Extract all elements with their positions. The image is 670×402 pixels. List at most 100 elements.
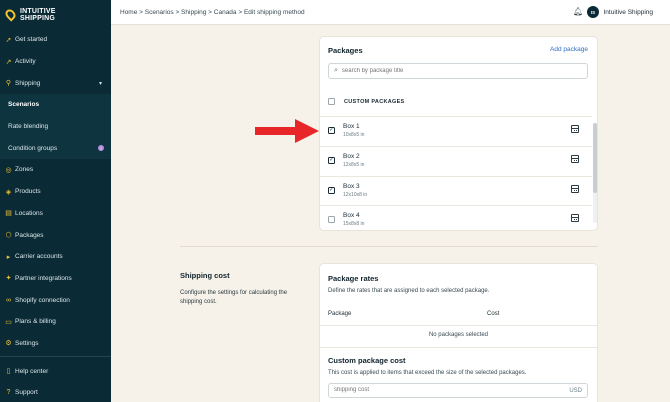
- package-name: Box 4: [343, 212, 360, 219]
- package-dimensions: 12x8x5 in: [343, 162, 365, 168]
- sidebar-item-zones[interactable]: ◎ Zones: [0, 159, 111, 181]
- user-name[interactable]: Intuitive Shipping: [603, 9, 653, 16]
- column-header-package: Package: [328, 311, 352, 317]
- sidebar-item-shipping[interactable]: ⚲ Shipping ▾: [0, 72, 111, 94]
- select-all-checkbox[interactable]: [328, 98, 335, 105]
- chart-icon: ↗: [5, 58, 12, 66]
- sidebar-item-locations[interactable]: ▤ Locations: [0, 203, 111, 225]
- brand-line2: SHIPPING: [20, 14, 56, 22]
- sidebar-item-label: Partner integrations: [15, 274, 72, 282]
- sidebar-item-label: Activity: [15, 58, 36, 66]
- package-rates-title: Package rates: [328, 274, 379, 283]
- sidebar-item-support[interactable]: ? Support: [0, 382, 111, 402]
- package-row[interactable]: ✓ Box 3 12x10x8 in: [320, 176, 592, 205]
- package-row[interactable]: Box 4 15x8x8 in: [320, 205, 592, 230]
- package-search-input[interactable]: [341, 68, 562, 74]
- packages-title: Packages: [328, 46, 363, 55]
- sidebar-item-get-started[interactable]: ➚ Get started: [0, 29, 111, 51]
- topbar: Home > Scenarios > Shipping > Canada > E…: [111, 0, 670, 25]
- breadcrumb[interactable]: Home > Scenarios > Shipping > Canada > E…: [120, 9, 305, 16]
- shipping-cost-input[interactable]: [334, 387, 534, 393]
- chevron-down-icon: ▾: [98, 80, 102, 87]
- info-badge: i: [98, 145, 104, 152]
- logo-pin-icon: [3, 7, 18, 22]
- rocket-icon: ➚: [5, 36, 12, 44]
- avatar[interactable]: IS: [587, 6, 599, 18]
- package-name: Box 2: [343, 153, 360, 160]
- sidebar-item-label: Shipping: [15, 79, 41, 87]
- red-arrow-annotation: [255, 119, 319, 143]
- calendar-icon[interactable]: [571, 185, 579, 193]
- card-icon: ▭: [5, 318, 12, 326]
- section-divider: [180, 246, 598, 247]
- help-icon: ?: [6, 389, 11, 397]
- sidebar-item-shopify-connection[interactable]: ∞ Shopify connection: [0, 289, 111, 311]
- sidebar-item-condition-groups[interactable]: Condition groups i: [0, 137, 111, 160]
- package-dimensions: 10x8x5 in: [343, 132, 365, 138]
- sidebar-item-scenarios[interactable]: Scenarios: [0, 94, 111, 116]
- table-divider: [320, 347, 597, 348]
- sidebar-item-help-center[interactable]: ▯ Help center: [0, 360, 111, 382]
- sidebar-item-label: Carrier accounts: [15, 253, 63, 261]
- link-icon: ∞: [6, 296, 11, 304]
- sidebar-item-label: Help center: [15, 367, 49, 375]
- sidebar-item-label: Settings: [15, 339, 39, 347]
- truck-icon: ▸: [6, 253, 11, 261]
- map-pin-icon: ⚲: [5, 80, 12, 88]
- package-row[interactable]: ✓ Box 1 10x8x5 in: [320, 116, 592, 145]
- sidebar-item-label: Plans & billing: [15, 318, 56, 326]
- shipping-cost-description: Configure the settings for calculating t…: [180, 290, 288, 305]
- shipping-cost-title: Shipping cost: [180, 271, 230, 280]
- sidebar-item-partner-integrations[interactable]: ✦ Partner integrations: [0, 268, 111, 290]
- sidebar-item-label: Shopify connection: [15, 296, 70, 304]
- calendar-icon[interactable]: [571, 155, 579, 163]
- box-icon: ⬡: [5, 232, 12, 240]
- package-name: Box 1: [343, 123, 360, 130]
- sidebar-item-label: Support: [15, 389, 38, 397]
- package-checkbox[interactable]: ✓: [328, 127, 335, 134]
- sidebar-item-label: Condition groups: [8, 144, 58, 152]
- calendar-icon[interactable]: [571, 214, 579, 222]
- package-rates-card: Package rates Define the rates that are …: [320, 264, 597, 402]
- tag-icon: ◈: [5, 188, 12, 196]
- sidebar-item-label: Scenarios: [8, 101, 40, 109]
- bell-icon[interactable]: 🔔︎: [573, 7, 583, 17]
- sidebar-item-settings[interactable]: ⚙ Settings: [0, 333, 111, 355]
- packages-card: Packages Add package ⌕ CUSTOM PACKAGES ✓…: [320, 37, 597, 230]
- globe-icon: ◎: [5, 166, 12, 174]
- sidebar-item-rate-blending[interactable]: Rate blending: [0, 115, 111, 138]
- sidebar-item-label: Packages: [15, 231, 44, 239]
- custom-packages-label: CUSTOM PACKAGES: [344, 98, 405, 105]
- shipping-cost-field[interactable]: USD: [328, 383, 588, 398]
- sidebar-item-packages[interactable]: ⬡ Packages: [0, 224, 111, 246]
- package-dimensions: 15x8x8 in: [343, 221, 365, 227]
- custom-packages-header: CUSTOM PACKAGES: [328, 98, 590, 105]
- package-search[interactable]: ⌕: [328, 63, 588, 79]
- currency-label: USD: [569, 388, 582, 394]
- gear-icon: ⚙: [5, 340, 12, 348]
- sidebar-item-products[interactable]: ◈ Products: [0, 181, 111, 203]
- calendar-icon[interactable]: [571, 125, 579, 133]
- package-row[interactable]: ✓ Box 2 12x8x5 in: [320, 146, 592, 175]
- sidebar-item-carrier-accounts[interactable]: ▸ Carrier accounts: [0, 246, 111, 268]
- sidebar-item-plans-billing[interactable]: ▭ Plans & billing: [0, 311, 111, 333]
- custom-package-cost-description: This cost is applied to items that excee…: [328, 370, 527, 376]
- package-checkbox[interactable]: ✓: [328, 157, 335, 164]
- puzzle-icon: ✦: [5, 275, 12, 283]
- packages-scrollbar[interactable]: [593, 123, 597, 223]
- sidebar-item-activity[interactable]: ↗ Activity: [0, 51, 111, 73]
- search-icon: ⌕: [334, 67, 338, 74]
- package-name: Box 3: [343, 183, 360, 190]
- package-dimensions: 12x10x8 in: [343, 192, 368, 198]
- sidebar-item-label: Get started: [15, 36, 48, 44]
- sidebar-item-label: Locations: [15, 209, 43, 217]
- book-icon: ▯: [6, 368, 11, 376]
- scrollbar-thumb[interactable]: [593, 123, 597, 193]
- brand-logo[interactable]: INTUITIVE SHIPPING: [0, 0, 111, 29]
- package-checkbox[interactable]: ✓: [328, 187, 335, 194]
- sidebar-item-label: Zones: [15, 166, 34, 174]
- sidebar-item-label: Rate blending: [8, 123, 49, 131]
- package-checkbox[interactable]: [328, 216, 335, 223]
- sidebar-item-label: Products: [15, 188, 41, 196]
- add-package-link[interactable]: Add package: [550, 46, 588, 53]
